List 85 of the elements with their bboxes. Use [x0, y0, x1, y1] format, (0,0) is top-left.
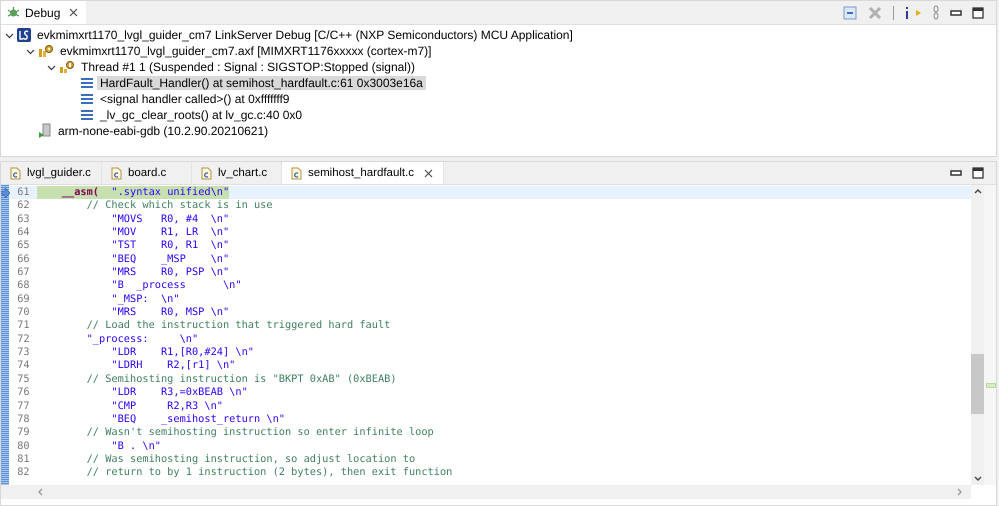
line-number: 75 [16, 372, 30, 385]
c-file-icon [110, 166, 122, 180]
code-token: // Wasn't semihosting instruction so enter infinite loop [86, 426, 434, 440]
line-number: 61 [16, 186, 30, 198]
scroll-down-icon[interactable] [974, 476, 982, 482]
c-file-icon [290, 166, 302, 180]
instruction-pointer-icon [1, 188, 10, 198]
close-icon[interactable] [424, 168, 434, 178]
line-number: 62 [16, 199, 30, 212]
debugger-process-icon [38, 123, 52, 139]
line-number: 77 [16, 400, 30, 412]
code-token: // Load the instruction that triggered hard fault [86, 319, 390, 333]
code-token: "LDRH R2,[r1] \n" [110, 359, 236, 373]
chevron-icon[interactable] [5, 30, 14, 40]
line-number: 71 [16, 319, 30, 332]
stack-frame-icon [80, 109, 94, 121]
tree-item[interactable]: evkmimxrt1170_lvgl_guider_cm7 LinkServer Debug [C/C++ (NXP Semiconductors) MCU Application] [34, 28, 576, 42]
stack-frame-icon [80, 77, 94, 89]
scroll-thumb[interactable] [971, 354, 984, 414]
maximize-icon[interactable] [972, 6, 984, 18]
tree-item[interactable]: Thread #1 1 (Suspended : Signal : SIGSTOP:Stopped (signal)) [78, 60, 418, 74]
launch-config-icon [17, 28, 31, 42]
line-number: 69 [16, 292, 30, 305]
instruction-step-icon[interactable] [904, 6, 922, 20]
tree-item[interactable]: evkmimxrt1170_lvgl_guider_cm7.axf [MIMXRT1176xxxxx (cortex-m7)] [57, 44, 434, 58]
code-token: "B _process \n" [110, 279, 242, 293]
line-number: 68 [16, 279, 30, 292]
close-icon[interactable] [69, 8, 78, 17]
code-token: // Was semihosting instruction, so adjust location to [86, 452, 416, 466]
code-token: "_MSP: \n" [110, 292, 180, 306]
chevron-icon[interactable] [47, 62, 56, 72]
stack-frame-item[interactable]: HardFault_Handler() at semihost_hardfault.c:61 0x3003e16a [97, 76, 426, 90]
stack-frame-icon [80, 93, 94, 105]
chevron-icon[interactable] [26, 46, 35, 56]
line-number: 70 [16, 306, 30, 318]
editor-tab[interactable]: semihost_hardfault.c [282, 162, 444, 184]
code-token: ".syntax unified\n" [99, 186, 230, 200]
code-token: "B . \n" [110, 440, 161, 453]
code-token: "BEQ _semihost_return \n" [110, 412, 285, 426]
line-number: 65 [16, 239, 30, 252]
editor-tab[interactable]: board.c [102, 162, 192, 184]
code-token: "LDR R1,[R0,#24] \n" [110, 346, 254, 360]
scroll-up-icon[interactable] [974, 188, 982, 194]
vertical-scrollbar[interactable] [971, 185, 984, 485]
stack-frame-item[interactable]: <signal handler called>() at 0xfffffff9 [97, 92, 292, 106]
code-token: "_process: \n" [86, 332, 198, 346]
line-number: 63 [16, 212, 30, 225]
editor-tab[interactable]: lvgl_guider.c [1, 162, 102, 184]
editor-tab[interactable]: lv_chart.c [192, 162, 282, 184]
code-token: // Check which stack is in use [86, 199, 273, 213]
line-number: 80 [16, 440, 30, 452]
bug-icon [7, 6, 20, 19]
code-token: "MOV R1, LR \n" [110, 226, 230, 240]
c-file-icon [200, 166, 212, 180]
collapse-all-icon[interactable] [843, 6, 857, 20]
line-number: 73 [16, 346, 30, 358]
line-number: 72 [16, 332, 30, 345]
code-token: "MOVS R0, #4 \n" [110, 212, 230, 226]
maximize-icon[interactable] [972, 167, 984, 179]
line-number: 67 [16, 266, 30, 278]
code-token: "TST R0, R1 \n" [110, 239, 230, 253]
line-number: 64 [16, 226, 30, 238]
tree-item[interactable]: arm-none-eabi-gdb (10.2.90.20210621) [55, 124, 272, 138]
code-token: "BEQ _MSP \n" [110, 252, 230, 266]
code-token: // Semihosting instruction is "BKPT 0xAB" (0xBEAB) [86, 372, 397, 386]
chain-icon[interactable] [932, 4, 940, 20]
process-icon [38, 44, 54, 58]
code-token: __asm( [37, 186, 99, 200]
stack-frame-item[interactable]: _lv_gc_clear_roots() at lv_gc.c:40 0x0 [97, 108, 306, 122]
code-token: "MRS R0, PSP \n" [110, 266, 230, 280]
line-number: 82 [16, 466, 30, 478]
overview-mark [986, 383, 996, 388]
code-token: // return to by 1 instruction (2 bytes), then exit function [86, 466, 452, 480]
c-file-icon [10, 166, 21, 180]
code-token: "LDR R3,=0xBEAB \n" [110, 386, 248, 400]
line-number: 66 [16, 252, 30, 265]
line-number: 81 [16, 452, 30, 465]
code-token: "MRS R0, MSP \n" [110, 306, 230, 320]
line-number: 78 [16, 412, 30, 425]
line-number: 76 [16, 386, 30, 398]
line-number: 74 [16, 359, 30, 372]
thread-icon [59, 60, 75, 74]
code-token: "CMP R2,R3 \n" [110, 400, 223, 413]
line-number: 79 [16, 426, 30, 438]
debug-tab[interactable]: Debug [1, 1, 86, 24]
